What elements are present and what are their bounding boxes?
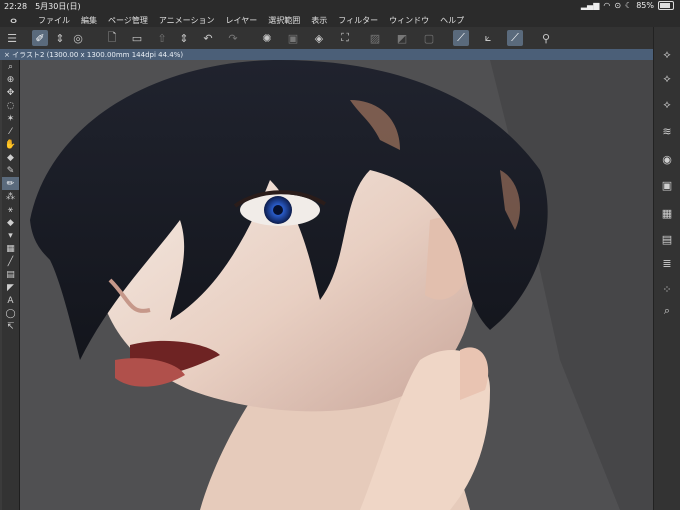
battery-icon [658, 1, 674, 10]
wifi-icon: ◠ [603, 1, 611, 10]
hamburger-menu-icon[interactable]: ☰ [4, 30, 20, 46]
undo-icon[interactable]: ↶ [200, 30, 216, 46]
save-options-icon[interactable]: ⇕ [176, 30, 192, 46]
pen-icon[interactable]: ✎ [2, 164, 19, 177]
hide-selection-icon[interactable]: ▨ [367, 30, 383, 46]
zoom-icon[interactable]: ⌕ [2, 60, 19, 73]
material-icon[interactable]: ▦ [659, 205, 675, 221]
status-bar: 22:28 5月30日(日) ▂▄▆ ◠ ⊙ ☾ 85% [0, 0, 680, 13]
new-file-icon[interactable]: 🗋 [104, 30, 120, 46]
tool-property-icon[interactable]: ⟡ [659, 71, 675, 87]
orientation-lock-icon: ⊙ [614, 1, 622, 10]
text-icon[interactable]: A [2, 294, 19, 307]
layers-icon[interactable]: ≋ [659, 123, 675, 139]
pupil [273, 205, 283, 215]
balloon-icon[interactable]: ◯ [2, 307, 19, 320]
menu-edit[interactable]: 編集 [81, 15, 97, 26]
search-layer-icon[interactable]: ⌕ [659, 303, 675, 319]
menu-window[interactable]: ウィンドウ [389, 15, 429, 26]
menu-help[interactable]: ヘルプ [440, 15, 464, 26]
decoration-icon[interactable]: ⚹ [2, 203, 19, 216]
canvas[interactable] [20, 60, 654, 510]
artwork[interactable] [20, 60, 654, 510]
status-time: 22:28 5月30日(日) [4, 2, 81, 11]
fill-bucket-icon[interactable]: ▾ [2, 229, 19, 242]
transform-icon[interactable]: ⛶ [337, 30, 353, 46]
menu-file[interactable]: ファイル [38, 15, 70, 26]
hand-zoom-icon[interactable]: ⊕ [2, 73, 19, 86]
document-tab[interactable]: × イラスト2 (1300.00 x 1300.00mm 144dpi 44.4… [0, 49, 654, 60]
hand-icon[interactable]: ✋ [2, 138, 19, 151]
app-logo-icon[interactable]: ⴰ [10, 13, 17, 26]
clear-layer-icon[interactable]: ▣ [285, 30, 301, 46]
snap-grid-icon[interactable]: ⟋ [507, 30, 523, 46]
blend-icon[interactable]: ◆ [2, 216, 19, 229]
eyedropper-icon[interactable]: ⁄ [2, 125, 19, 138]
loading-icon[interactable]: ✺ [259, 30, 275, 46]
menu-selection[interactable]: 選択範囲 [268, 15, 300, 26]
layer-property-icon[interactable]: ▤ [659, 231, 675, 247]
frame-border-icon[interactable]: ▤ [2, 268, 19, 281]
edit-mode-icon[interactable]: ✐ [32, 30, 48, 46]
tool-palette: ⌕ ⊕ ✥ ◌ ✶ ⁄ ✋ ◆ ✎ ✏ ⁂ ⚹ ◆ ▾ ▦ ╱ ▤ ◤ A ◯ … [2, 60, 20, 510]
menu-filter[interactable]: フィルター [338, 15, 378, 26]
color-set-icon[interactable]: ⁘ [659, 281, 675, 297]
moon-icon: ☾ [625, 1, 633, 10]
fill-icon[interactable]: ◈ [311, 30, 327, 46]
lasso-icon[interactable]: ◌ [2, 99, 19, 112]
menu-layer[interactable]: レイヤー [226, 15, 258, 26]
redo-icon[interactable]: ↷ [225, 30, 241, 46]
magic-wand-icon[interactable]: ✶ [2, 112, 19, 125]
invert-selection-icon[interactable]: ◩ [394, 30, 410, 46]
open-folder-icon[interactable]: ▭ [129, 30, 145, 46]
palette-dock: ⟡ ⟡ ⟡ ≋ ◉ ▣ ▦ ▤ ≣ ⁘ ⌕ [653, 27, 680, 510]
snap-ruler-icon[interactable]: ⟋ [453, 30, 469, 46]
companion-mode-icon[interactable]: ◎ [70, 30, 86, 46]
document-tab-label: × イラスト2 (1300.00 x 1300.00mm 144dpi 44.4… [4, 51, 184, 59]
battery-percent: 85% [636, 1, 654, 10]
menu-view[interactable]: 表示 [311, 15, 327, 26]
signal-icon: ▂▄▆ [580, 1, 600, 10]
expand-icon[interactable]: ⇕ [52, 30, 68, 46]
line-icon[interactable]: ╱ [2, 255, 19, 268]
snap-special-ruler-icon[interactable]: ⟀ [480, 30, 496, 46]
color-circle-icon[interactable]: ◉ [659, 151, 675, 167]
correct-line-icon[interactable]: ↸ [2, 320, 19, 333]
status-date: 5月30日(日) [35, 2, 81, 11]
layer-stack-icon[interactable]: ≣ [659, 255, 675, 271]
gradient-icon[interactable]: ▦ [2, 242, 19, 255]
sub-tool-icon[interactable]: ⟡ [659, 47, 675, 63]
menu-bar: ⴰ ファイル 編集 ページ管理 アニメーション レイヤー 選択範囲 表示 フィル… [0, 13, 680, 27]
move-icon[interactable]: ✥ [2, 86, 19, 99]
brush-size-icon[interactable]: ⟡ [659, 97, 675, 113]
ruler-icon[interactable]: ◤ [2, 281, 19, 294]
save-icon[interactable]: ⇧ [154, 30, 170, 46]
clear-selection-icon[interactable]: ▢ [421, 30, 437, 46]
menu-page[interactable]: ページ管理 [108, 15, 148, 26]
navigator-icon[interactable]: ▣ [659, 177, 675, 193]
eraser-icon[interactable]: ◆ [2, 151, 19, 164]
airbrush-icon[interactable]: ⁂ [2, 190, 19, 203]
menu-animation[interactable]: アニメーション [159, 15, 215, 26]
quick-access-icon[interactable]: ⚲ [538, 30, 554, 46]
command-bar: ☰ ✐ ⇕ ◎ 🗋 ▭ ⇧ ⇕ ↶ ↷ ✺ ▣ ◈ ⛶ ▨ ◩ ▢ ⟋ ⟀ ⟋ … [0, 27, 680, 50]
brush-icon[interactable]: ✏ [2, 177, 19, 190]
